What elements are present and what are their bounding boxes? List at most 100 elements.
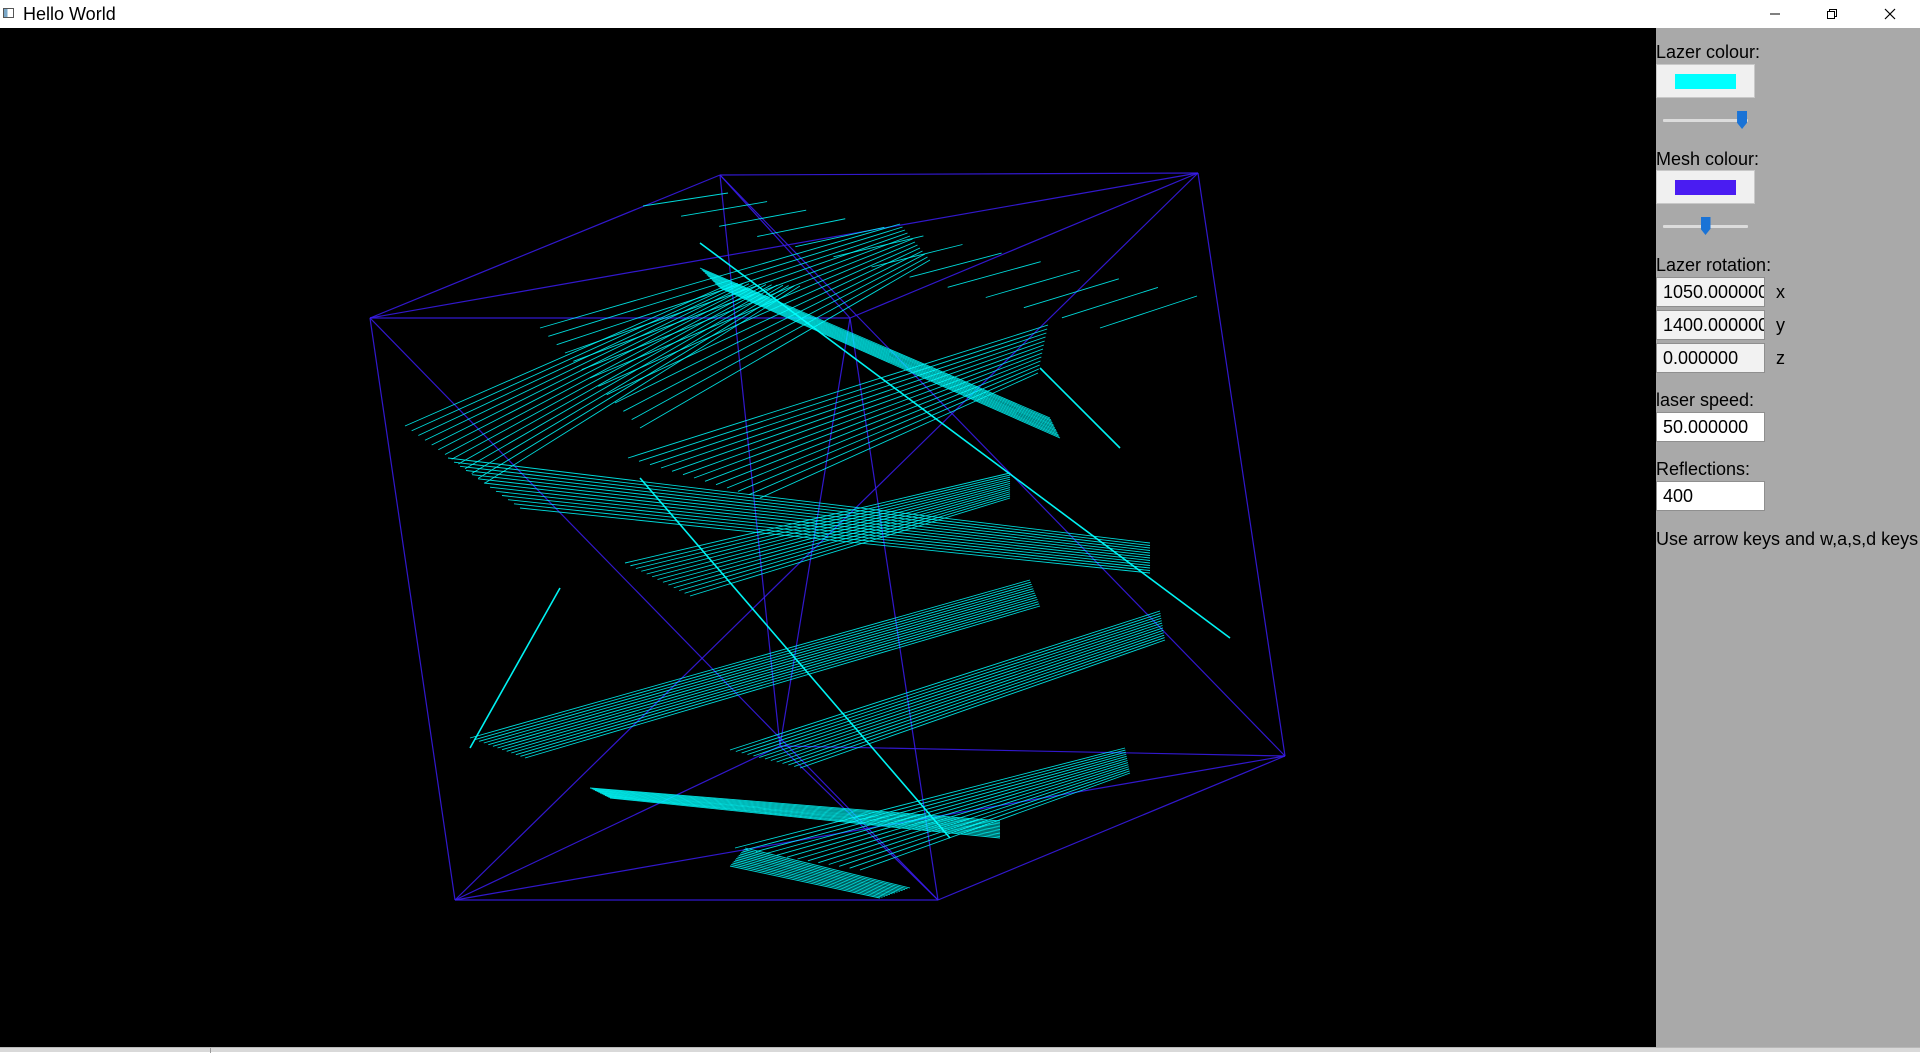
minimize-icon — [1769, 13, 1780, 15]
laser-strand — [623, 253, 926, 412]
lazer-colour-slider[interactable] — [1663, 110, 1748, 130]
laser-strand — [451, 284, 772, 460]
laser-strand — [709, 277, 1056, 429]
laser-strand — [598, 791, 1001, 829]
laser-strand — [614, 250, 923, 404]
slider-track — [1663, 119, 1748, 122]
laser-strand — [458, 284, 778, 465]
laser-strand — [469, 579, 1031, 739]
laser-strand — [631, 256, 928, 421]
laser-strand — [738, 855, 898, 893]
laser-strand — [459, 465, 1151, 549]
laser-strand — [871, 244, 963, 268]
mesh-colour-swatch — [1675, 179, 1736, 195]
laser-strand — [711, 279, 1057, 431]
laser-strand — [479, 583, 1032, 742]
laser-strand — [483, 586, 1033, 744]
laser-strand — [506, 596, 1037, 752]
laser-strand — [947, 261, 1041, 288]
laser-strand — [662, 487, 1011, 583]
laser-strand — [657, 485, 1011, 580]
mesh-colour-button[interactable] — [1656, 170, 1755, 204]
restore-icon — [1826, 9, 1837, 19]
mesh-edge — [719, 174, 781, 747]
rotation-z-input[interactable]: 0.000000 — [1656, 343, 1765, 373]
laser-speed-input[interactable]: 50.000000 — [1656, 412, 1765, 442]
laser-strand — [799, 639, 1166, 769]
laser-strand — [739, 853, 901, 892]
laser-strand — [492, 590, 1035, 747]
mesh-edge — [369, 317, 456, 901]
laser-strand — [453, 461, 1151, 546]
laser-strand — [718, 285, 1060, 437]
mesh-colour-slider[interactable] — [1663, 216, 1748, 236]
laser-strand — [776, 629, 1164, 763]
laser-scene — [369, 172, 1286, 901]
laser-strand — [747, 617, 1162, 755]
laser-strand — [736, 858, 893, 895]
axis-x-label: x — [1776, 282, 1785, 302]
render-viewport[interactable] — [0, 28, 1656, 1047]
mesh-edge — [779, 745, 1286, 757]
lazer-colour-button[interactable] — [1656, 64, 1755, 98]
laser-strand — [539, 223, 901, 329]
laser-beam — [639, 477, 951, 839]
controls-hint: Use arrow keys and w,a,s,d keys — [1656, 529, 1919, 549]
laser-strand — [465, 470, 1151, 551]
laser-strand — [598, 244, 918, 387]
laser-speed-label: laser speed: — [1656, 390, 1755, 410]
laser-strand — [424, 283, 750, 441]
laser-strand — [642, 192, 729, 207]
control-panel: Lazer colour: Mesh colour: Lazer rotatio… — [1656, 28, 1920, 1047]
app-icon — [3, 8, 14, 18]
laser-strand — [513, 503, 1151, 571]
laser-strand — [411, 282, 738, 432]
laser-strand — [719, 287, 1061, 439]
laser-strand — [788, 634, 1165, 766]
mesh-edge — [369, 174, 721, 319]
window-title: Hello World — [23, 4, 116, 24]
restore-button[interactable] — [1803, 0, 1860, 28]
laser-strand — [519, 507, 1151, 574]
lazer-rotation-label: Lazer rotation: — [1656, 255, 1772, 275]
laser-strand — [438, 283, 761, 451]
laser-strand — [651, 482, 1011, 578]
laser-strand — [719, 209, 807, 227]
laser-strand — [593, 789, 1001, 825]
laser-strand — [418, 283, 744, 436]
reflections-label: Reflections: — [1656, 459, 1751, 479]
laser-strand — [985, 269, 1080, 298]
rotation-x-input[interactable]: 1050.000000 — [1656, 277, 1765, 307]
minimize-button[interactable] — [1746, 0, 1803, 28]
slider-thumb[interactable] — [1700, 217, 1711, 235]
mesh-edge — [1197, 172, 1286, 757]
reflections-input[interactable]: 400 — [1656, 481, 1765, 511]
close-button[interactable] — [1861, 0, 1918, 28]
laser-strand — [630, 474, 1011, 567]
close-icon — [1884, 8, 1895, 20]
axis-y-label: y — [1776, 315, 1785, 335]
rotation-y-input[interactable]: 1400.000000 — [1656, 310, 1765, 340]
title-bar[interactable]: Hello World — [0, 0, 1920, 29]
laser-strand — [478, 285, 795, 479]
laser-strand — [745, 749, 1126, 851]
laser-strand — [714, 282, 1058, 434]
laser-strand — [444, 284, 767, 455]
laser-strand — [741, 615, 1161, 754]
laser-strand — [639, 259, 931, 429]
lazer-colour-label: Lazer colour: — [1656, 42, 1761, 62]
mesh-colour-label: Mesh colour: — [1656, 149, 1760, 169]
laser-strand — [488, 588, 1034, 746]
laser-beam — [469, 587, 561, 749]
laser-beam — [1039, 367, 1121, 449]
laser-strand — [759, 622, 1163, 758]
slider-thumb[interactable] — [1737, 111, 1748, 129]
app-window: Hello World Lazer colour: Mesh colour: L… — [0, 0, 1920, 1053]
laser-strand — [770, 627, 1164, 761]
laser-strand — [431, 283, 755, 446]
laser-strand — [776, 755, 1127, 856]
mesh-edge — [849, 172, 1199, 319]
mesh-edge — [719, 172, 1199, 176]
mesh-edge — [454, 745, 781, 901]
laser-strand — [524, 605, 1041, 759]
